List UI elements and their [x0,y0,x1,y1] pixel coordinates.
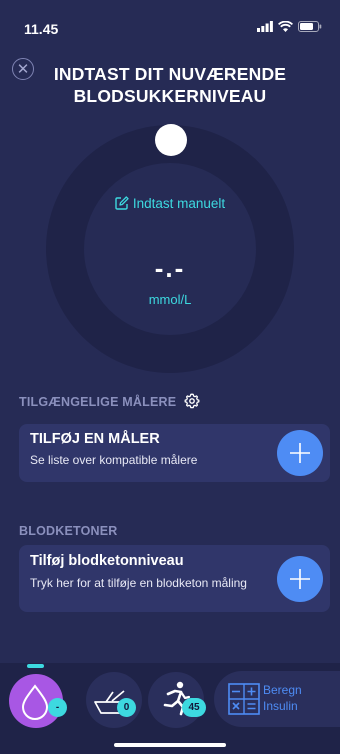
add-meter-button[interactable] [277,430,323,476]
status-time: 11.45 [24,21,59,37]
close-icon: ✕ [16,60,30,78]
meters-section-text: TILGÆNGELIGE MÅLERE [19,395,177,409]
calculate-insulin-label: Beregn Insulin [263,682,302,714]
wifi-icon [278,21,293,32]
activity-badge: 45 [182,698,206,717]
ketones-section-label: BLODKETONER [19,524,118,538]
food-badge: 0 [117,698,136,717]
add-ketone-button[interactable] [277,556,323,602]
add-meter-card[interactable]: TILFØJ EN MÅLER Se liste over kompatible… [19,424,330,482]
glucose-reading: -.- [154,253,186,283]
add-ketone-card[interactable]: Tilføj blodketonniveau Tryk her for at t… [19,545,330,612]
glucose-unit: mmol/L [148,292,192,307]
add-meter-subtitle: Se liste over kompatible målere [30,453,198,467]
status-bar: 11.45 [0,0,340,40]
battery-icon [298,21,322,32]
manual-entry-link[interactable]: Indtast manuelt [0,196,340,211]
edit-icon [115,196,129,210]
dial-center [84,163,256,335]
calculate-label-line1: Beregn [263,683,302,697]
calculate-label-line2: Insulin [263,699,298,713]
manual-entry-label: Indtast manuelt [132,196,226,211]
status-icons [257,21,322,32]
plus-icon [290,569,310,589]
home-indicator[interactable] [114,743,226,747]
calculator-icon [228,683,260,715]
add-meter-title: TILFØJ EN MÅLER [30,431,160,447]
dial-knob[interactable] [155,124,187,156]
active-tab-indicator [27,664,44,668]
add-ketone-title: Tilføj blodketonniveau [30,553,184,569]
plus-icon [290,443,310,463]
page-title: INDTAST DIT NUVÆRENDE BLODSUKKERNIVEAU [53,64,287,106]
add-ketone-subtitle: Tryk her for at tilføje en blodketon mål… [30,576,247,590]
glucose-badge: - [48,698,67,717]
gear-icon[interactable] [184,393,200,409]
food-bowl-icon [94,690,129,714]
close-button[interactable]: ✕ [12,58,34,80]
tab-food[interactable] [86,672,142,728]
calculate-insulin-button[interactable]: Beregn Insulin [214,671,340,727]
meters-section-label: TILGÆNGELIGE MÅLERE [19,393,200,409]
signal-icon [257,21,273,32]
